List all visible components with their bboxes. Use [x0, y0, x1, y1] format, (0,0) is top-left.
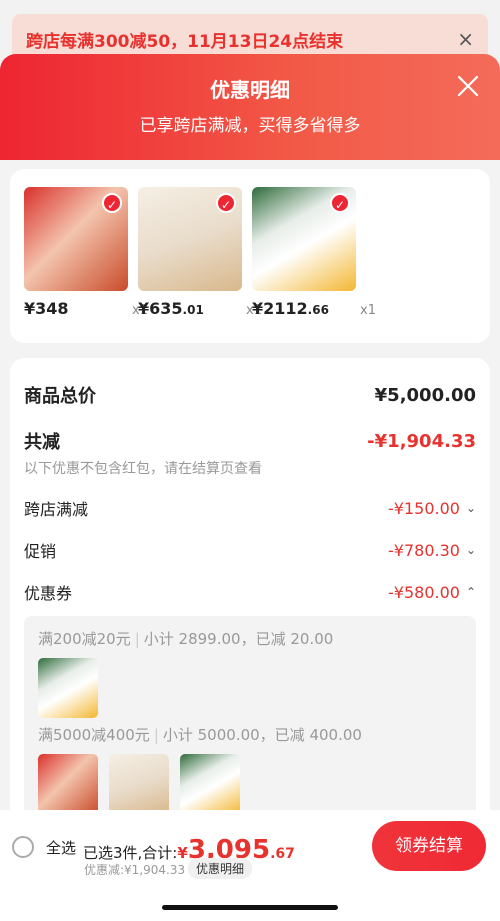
checkout-button[interactable]: 领券结算 — [372, 821, 486, 871]
reduce-value: -¥1,904.33 — [367, 430, 476, 452]
discount-row-promotion[interactable]: 促销 -¥780.30 ⌄ — [24, 538, 476, 562]
select-all-label[interactable]: 全选 — [46, 837, 76, 858]
home-indicator — [162, 905, 338, 910]
product-qty: x1 — [360, 303, 376, 318]
discount-detail-button[interactable]: 优惠明细 — [188, 858, 253, 879]
reduce-row: 共减 -¥1,904.33 — [24, 428, 476, 454]
product-item[interactable]: ✓ ¥635.01 x1 — [138, 187, 262, 325]
product-price: ¥635.01 — [138, 299, 204, 318]
product-list-card: ✓ ¥348 x1 ✓ ¥635.01 x1 ✓ ¥2112.66 x1 — [10, 169, 490, 343]
discount-note: 以下优惠不包含红包，请在结算页查看 — [24, 461, 262, 477]
total-value: ¥5,000.00 — [374, 384, 476, 406]
product-image: ✓ — [24, 187, 128, 291]
product-image: ✓ — [252, 187, 356, 291]
product-price: ¥348 — [24, 299, 69, 318]
checkout-bar: 全选 已选3件,合计: ¥3,095.67 优惠减:¥1,904.33 优惠明细… — [0, 810, 500, 921]
sheet-header: 优惠明细 已享跨店满减，买得多省得多 — [0, 54, 500, 160]
product-image: ✓ — [138, 187, 242, 291]
coupon-tier-2: 满5000减400元 | 小计 5000.00，已减 400.00 — [38, 726, 362, 744]
product-item[interactable]: ✓ ¥348 x1 — [24, 187, 148, 325]
coupon-product-thumb — [38, 754, 98, 814]
checked-icon[interactable]: ✓ — [330, 193, 350, 213]
checked-icon[interactable]: ✓ — [102, 193, 122, 213]
coupon-product-thumb — [180, 754, 240, 814]
discount-row-cross-store[interactable]: 跨店满减 -¥150.00 ⌄ — [24, 496, 476, 520]
promo-banner-close-icon[interactable]: × — [457, 27, 474, 51]
close-icon[interactable] — [454, 72, 482, 100]
discount-detail-sheet: 优惠明细 已享跨店满减，买得多省得多 ✓ ¥348 x1 ✓ ¥635.01 x… — [0, 54, 500, 921]
chevron-up-icon: ⌃ — [465, 585, 476, 599]
total-label: 商品总价 — [24, 386, 96, 407]
promo-banner-text: 跨店每满300减50，11月13日24点结束 — [26, 31, 344, 52]
reduce-label: 共减 — [24, 432, 60, 453]
chevron-down-icon: ⌄ — [465, 501, 476, 515]
discount-total-text: 优惠减:¥1,904.33 — [84, 863, 186, 877]
chevron-down-icon: ⌄ — [465, 543, 476, 557]
coupon-product-thumb — [109, 754, 169, 814]
product-price: ¥2112.66 — [252, 299, 329, 318]
product-item[interactable]: ✓ ¥2112.66 x1 — [252, 187, 376, 325]
coupon-tier-1: 满200减20元 | 小计 2899.00，已减 20.00 — [38, 630, 334, 648]
sheet-subtitle: 已享跨店满减，买得多省得多 — [139, 116, 361, 136]
coupon-product-thumb — [38, 658, 98, 718]
total-row: 商品总价 ¥5,000.00 — [24, 382, 476, 408]
discount-row-coupon[interactable]: 优惠券 -¥580.00 ⌃ — [24, 580, 476, 604]
sheet-title: 优惠明细 — [210, 78, 290, 102]
select-all-radio[interactable] — [12, 836, 34, 858]
checked-icon[interactable]: ✓ — [216, 193, 236, 213]
